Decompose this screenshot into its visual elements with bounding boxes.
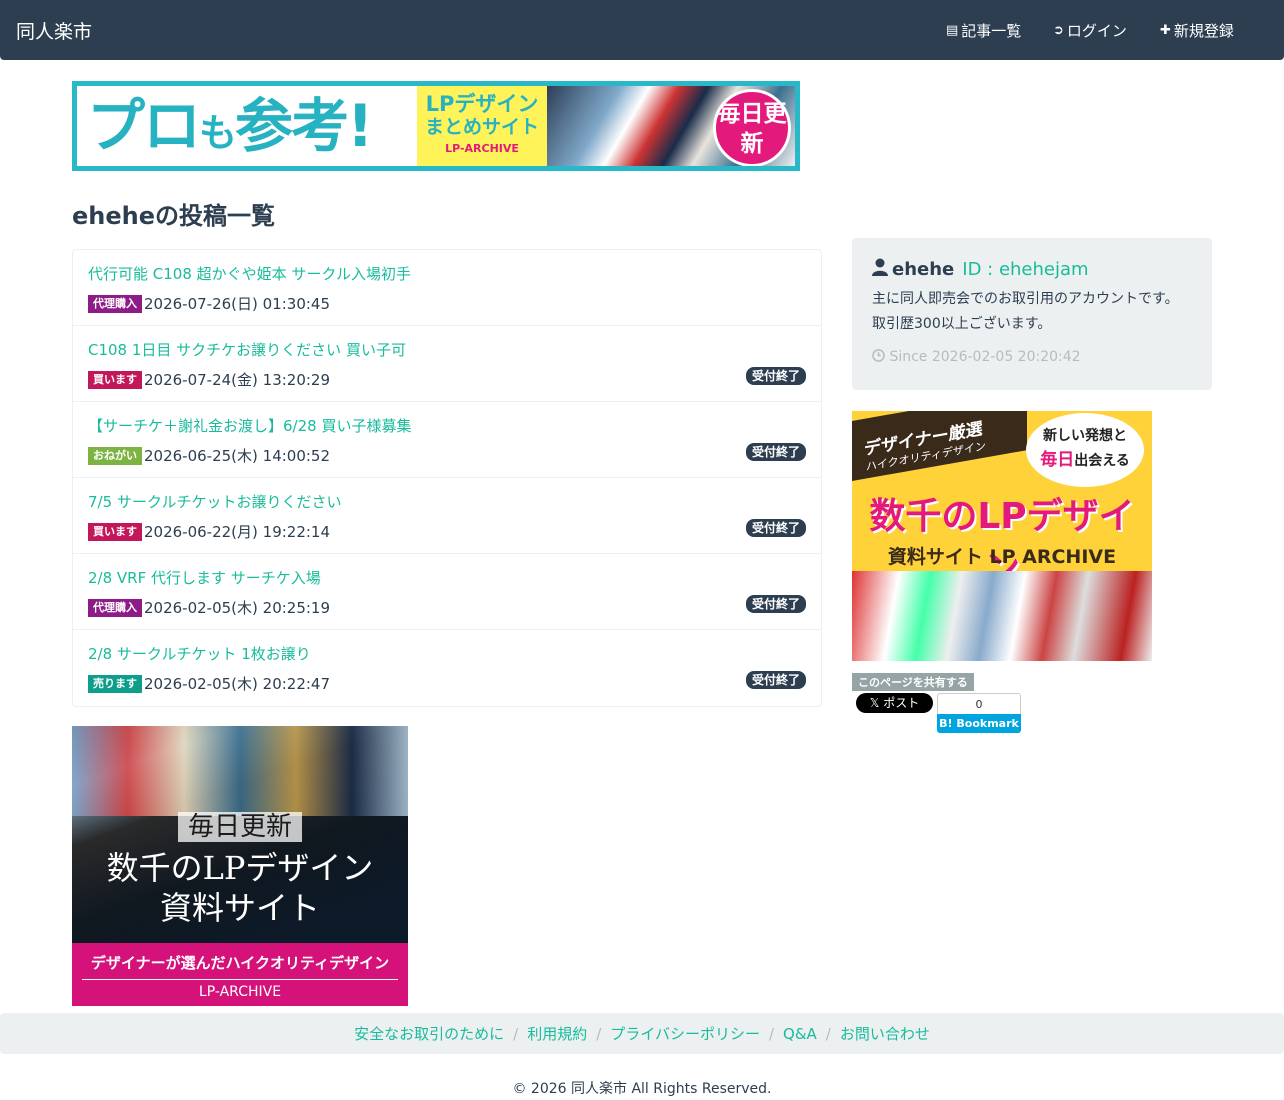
list-icon: ▤ xyxy=(946,23,959,38)
copyright: © 2026 同人楽市 All Rights Reserved. xyxy=(512,1081,772,1097)
post-date: 2026-06-25(木) 14:00:52 xyxy=(144,447,331,465)
list-item[interactable]: 代行可能 C108 超かぐや姫本 サークル入場初手 代理購入 2026-07-26… xyxy=(73,250,821,326)
status-badge: 受付終了 xyxy=(745,519,806,537)
lp-archive-banner-top[interactable]: プロも参考! LPデザイン まとめサイト LP-ARCHIVE 毎日更新 xyxy=(72,81,800,171)
ad-collage-image xyxy=(852,571,1152,661)
post-title-link[interactable]: C108 1日目 サクチケお譲りください 買い子可 xyxy=(88,339,406,360)
post-list: 代行可能 C108 超かぐや姫本 サークル入場初手 代理購入 2026-07-26… xyxy=(72,249,822,707)
post-date: 2026-07-24(金) 13:20:29 xyxy=(144,371,331,389)
list-item[interactable]: 7/5 サークルチケットお譲りください 買います 2026-06-22(月) 19… xyxy=(73,478,821,554)
profile-id: ID : ehehejam xyxy=(962,259,1089,280)
footer-links: 安全なお取引のために / 利用規約 / プライバシーポリシー / Q&A / お… xyxy=(0,1013,1284,1054)
post-category-tag: おねがい xyxy=(88,446,142,465)
status-badge: 受付終了 xyxy=(745,595,806,613)
post-title-link[interactable]: 7/5 サークルチケットお譲りください xyxy=(88,491,341,512)
post-title-link[interactable]: 【サーチケ＋謝礼金お渡し】6/28 買い子様募集 xyxy=(88,415,411,436)
banner-headline: プロも参考! xyxy=(87,92,373,160)
banner-daily-text: 毎日更新 xyxy=(72,806,408,843)
footer-separator: / xyxy=(768,1024,775,1043)
ad-subheadline: 資料サイト LP ARCHIVE xyxy=(887,546,1117,568)
footer-link-safety[interactable]: 安全なお取引のために xyxy=(354,1023,504,1044)
post-date: 2026-07-26(日) 01:30:45 xyxy=(144,295,331,313)
profile-since: Since 2026-02-05 20:20:42 xyxy=(872,349,1192,365)
post-date: 2026-02-05(木) 20:22:47 xyxy=(144,675,331,693)
post-title-link[interactable]: 2/8 サークルチケット 1枚お譲り xyxy=(88,643,311,664)
lp-archive-side-ad[interactable]: デザイナー厳選 ハイクオリティデザイン 新しい発想と 毎日出会える 数千のLPデ… xyxy=(852,411,1152,661)
post-category-tag: 代理購入 xyxy=(88,598,142,617)
x-post-button[interactable]: 𝕏 ポスト xyxy=(856,693,933,713)
footer-link-terms[interactable]: 利用規約 xyxy=(527,1023,587,1044)
status-badge: 受付終了 xyxy=(745,443,806,461)
top-navbar: 同人楽市 ▤ 記事一覧 ➲ ログイン ✚ 新規登録 xyxy=(0,0,1284,60)
banner-main-text: 数千のLPデザイン 資料サイト xyxy=(106,849,374,927)
nav-register[interactable]: ✚ 新規登録 xyxy=(1160,20,1234,41)
post-category-tag: 代理購入 xyxy=(88,294,142,313)
footer-separator: / xyxy=(825,1024,831,1043)
footer-link-privacy[interactable]: プライバシーポリシー xyxy=(610,1023,760,1044)
footer-separator: / xyxy=(513,1024,519,1043)
lp-archive-banner-bottom[interactable]: 毎日更新 数千のLPデザイン 資料サイト デザイナーが選んだハイクオリティデザイン… xyxy=(72,726,408,1006)
status-badge: 受付終了 xyxy=(745,671,806,689)
post-title-link[interactable]: 代行可能 C108 超かぐや姫本 サークル入場初手 xyxy=(88,263,411,284)
nav-article-list[interactable]: ▤ 記事一覧 xyxy=(946,20,1021,41)
footer-link-contact[interactable]: お問い合わせ xyxy=(840,1023,930,1044)
list-item[interactable]: 2/8 VRF 代行します サーチケ入場 代理購入 2026-02-05(木) 2… xyxy=(73,554,821,630)
user-icon xyxy=(872,258,888,281)
ad-speech-bubble: 新しい発想と 毎日出会える xyxy=(1026,413,1144,487)
list-item[interactable]: 【サーチケ＋謝礼金お渡し】6/28 買い子様募集 おねがい 2026-06-25(… xyxy=(73,402,821,478)
profile-description: 主に同人即売会でのお取引用のアカウントです。取引歴300以上ございます。 xyxy=(872,291,1179,332)
banner-yellow-box: LPデザイン まとめサイト LP-ARCHIVE xyxy=(417,86,547,166)
user-profile-card: ehehe ID : ehehejam 主に同人即売会でのお取引用のアカウントで… xyxy=(852,238,1212,390)
post-category-tag: 買います xyxy=(88,522,142,541)
hatena-bookmark-button[interactable]: B! Bookmark xyxy=(937,714,1021,733)
nav-login-label: ログイン xyxy=(1066,22,1127,40)
login-icon: ➲ xyxy=(1053,23,1064,38)
hatena-count: 0 xyxy=(937,693,1021,715)
list-item[interactable]: 2/8 サークルチケット 1枚お譲り 売ります 2026-02-05(木) 20:… xyxy=(73,630,821,706)
list-item[interactable]: C108 1日目 サクチケお譲りください 買い子可 買います 2026-07-24… xyxy=(73,326,821,402)
nav-register-label: 新規登録 xyxy=(1173,22,1234,40)
footer-separator: / xyxy=(596,1024,602,1043)
banner-daily-badge: 毎日更新 xyxy=(713,89,791,166)
nav-login[interactable]: ➲ ログイン xyxy=(1053,20,1127,41)
post-date: 2026-06-22(月) 19:22:14 xyxy=(144,523,331,541)
profile-username: ehehe xyxy=(892,259,955,280)
ad-ribbon: デザイナー厳選 ハイクオリティデザイン xyxy=(852,411,1027,481)
share-label: このページを共有する xyxy=(852,673,974,691)
post-category-tag: 買います xyxy=(88,370,142,389)
page-title: eheheの投稿一覧 xyxy=(72,202,276,230)
clock-icon xyxy=(872,349,889,365)
site-brand[interactable]: 同人楽市 xyxy=(16,17,92,44)
post-category-tag: 売ります xyxy=(88,674,142,693)
banner-collage-image xyxy=(72,726,408,816)
footer-link-qa[interactable]: Q&A xyxy=(783,1025,817,1043)
banner-pink-footer: デザイナーが選んだハイクオリティデザイン LP-ARCHIVE xyxy=(72,943,408,1006)
post-date: 2026-02-05(木) 20:25:19 xyxy=(144,599,331,617)
post-title-link[interactable]: 2/8 VRF 代行します サーチケ入場 xyxy=(88,567,321,588)
nav-article-list-label: 記事一覧 xyxy=(961,22,1022,40)
status-badge: 受付終了 xyxy=(745,367,806,385)
plus-icon: ✚ xyxy=(1160,23,1171,38)
